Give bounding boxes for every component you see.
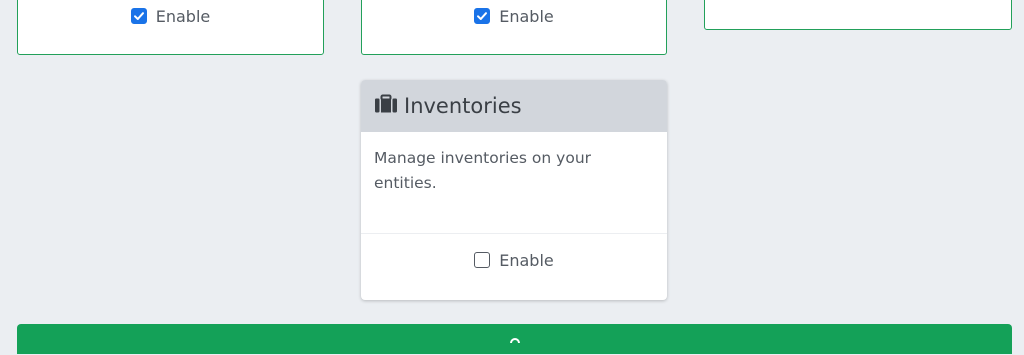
module-card-middle: Enable bbox=[361, 0, 667, 55]
enable-toggle-inventories[interactable]: Enable bbox=[361, 250, 667, 270]
module-card-left: Enable bbox=[17, 0, 324, 55]
card-title: Inventories bbox=[404, 94, 522, 118]
enable-label: Enable bbox=[499, 250, 554, 270]
enable-label: Enable bbox=[155, 6, 211, 26]
enable-toggle-middle[interactable]: Enable bbox=[362, 6, 666, 26]
card-header: Inventories bbox=[361, 80, 667, 132]
card-footer: Enable bbox=[361, 233, 667, 300]
card-description: Manage inventories on your entities. bbox=[374, 149, 592, 192]
module-card-right bbox=[704, 0, 1012, 30]
checkbox-checked-icon[interactable] bbox=[474, 8, 491, 24]
briefcase-icon bbox=[374, 94, 398, 118]
module-card-inventories: Inventories Manage inventories on your e… bbox=[361, 80, 667, 300]
enable-toggle-left[interactable]: Enable bbox=[18, 6, 323, 26]
enable-label: Enable bbox=[499, 6, 554, 26]
save-button[interactable] bbox=[17, 324, 1012, 354]
save-icon bbox=[506, 336, 524, 354]
checkbox-checked-icon[interactable] bbox=[130, 8, 147, 24]
checkbox-unchecked-icon[interactable] bbox=[474, 252, 491, 268]
